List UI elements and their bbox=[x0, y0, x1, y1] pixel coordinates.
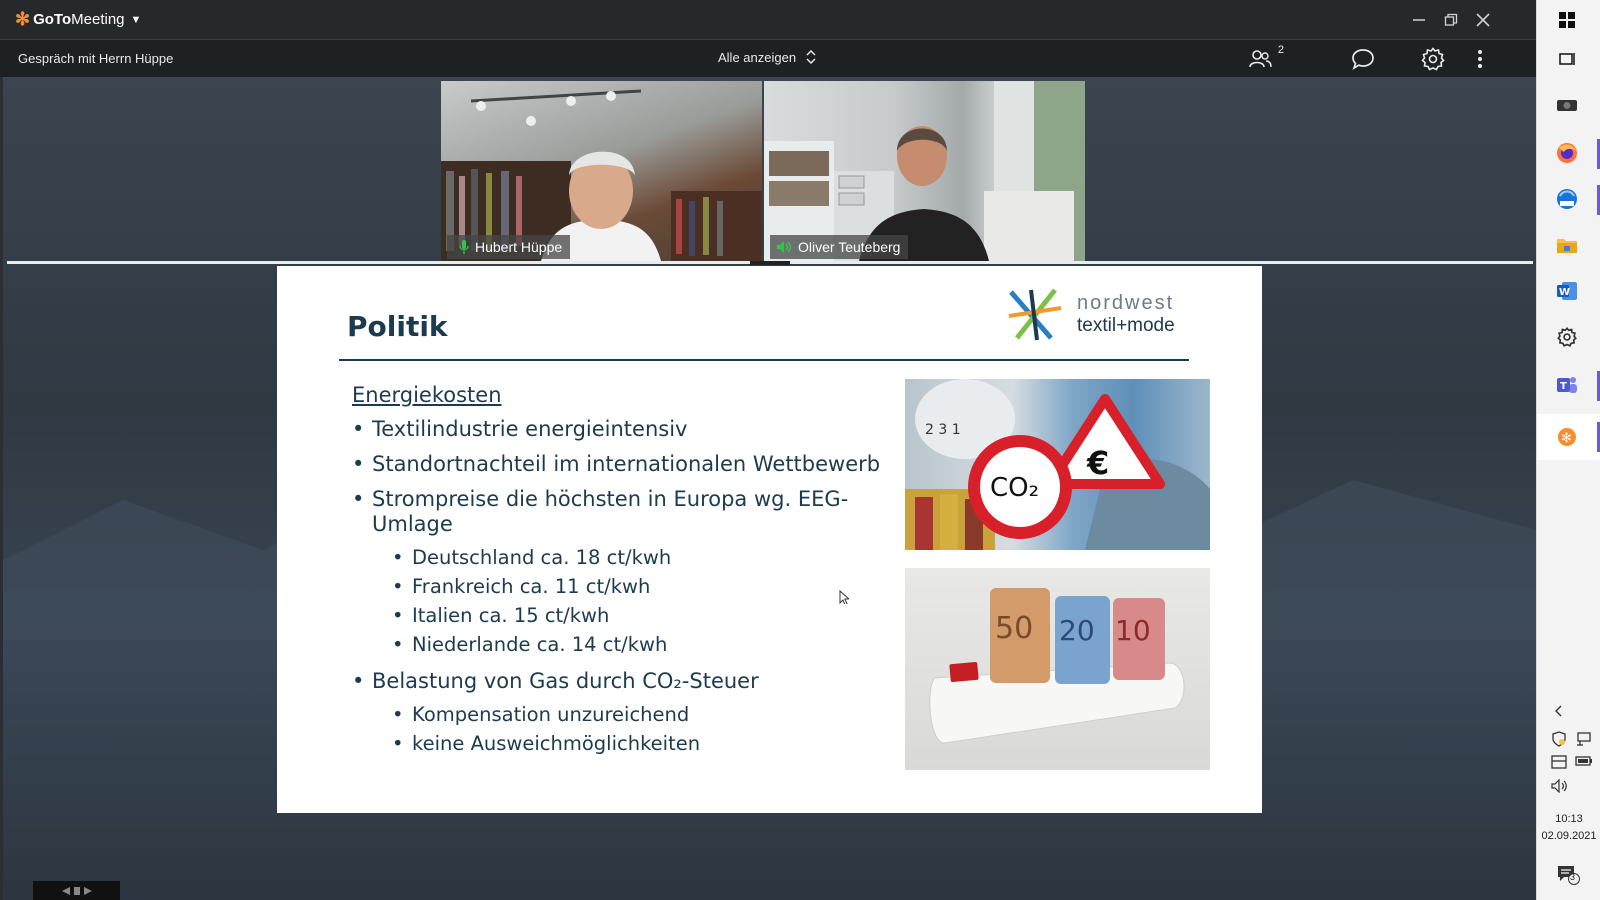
bullet-item: Strompreise die höchsten in Europa wg. E… bbox=[352, 487, 912, 659]
taskbar-clock[interactable]: 10:13 02.09.2021 bbox=[1537, 811, 1600, 845]
bullet-item: Textilindustrie energieintensiv bbox=[352, 417, 912, 442]
nordwest-logo-icon bbox=[1008, 288, 1062, 341]
video-tile[interactable]: Oliver Teuteberg bbox=[764, 81, 1085, 261]
shared-screen-slide: Politik nordwest textil+mode Energiekost… bbox=[277, 266, 1262, 813]
sub-bullet-item: Kompensation unzureichend bbox=[372, 700, 912, 729]
banknote-50-text: 50 bbox=[995, 611, 1033, 646]
notifications-icon[interactable]: 3 bbox=[1557, 864, 1581, 889]
sub-bullet-item: keine Ausweichmöglichkeiten bbox=[372, 729, 912, 758]
title-bar: ✻ GoTo Meeting ▼ bbox=[0, 0, 1536, 39]
input-indicator-icon[interactable] bbox=[1551, 755, 1567, 772]
controls-arrows-icon bbox=[61, 886, 92, 895]
bullet-item: Standortnachteil im internationalen Wett… bbox=[352, 452, 912, 477]
attendee-count: 2 bbox=[1277, 44, 1284, 56]
camera-app-icon[interactable] bbox=[1553, 91, 1581, 119]
brand-line-1: nordwest bbox=[1077, 291, 1175, 314]
view-select-label: Alle anzeigen bbox=[718, 49, 797, 65]
gotomeeting-icon[interactable]: ✻ bbox=[1553, 423, 1581, 451]
sub-bullet-item: Niederlande ca. 14 ct/kwh bbox=[372, 630, 912, 659]
energy-costs-image: 2 3 1 € CO₂ bbox=[905, 379, 1210, 550]
money-power-strip-image: 50 20 10 bbox=[905, 568, 1210, 770]
svg-text:2 3 1: 2 3 1 bbox=[925, 422, 961, 438]
participant-name-tag: mic-icon Hubert Hüppe bbox=[447, 235, 571, 259]
slide-heading: Energiekosten bbox=[352, 383, 502, 407]
brand-logo: nordwest textil+mode bbox=[1007, 286, 1175, 342]
video-feed bbox=[764, 81, 1085, 261]
chevron-down-icon: ▼ bbox=[130, 13, 142, 26]
file-explorer-icon[interactable] bbox=[1553, 231, 1581, 259]
video-strip: mic-icon Hubert Hüppe Oliver Teuteberg bbox=[441, 81, 1085, 261]
euro-sign-text: € bbox=[1086, 444, 1109, 482]
participant-name: Oliver Teuteberg bbox=[798, 239, 901, 255]
restore-icon[interactable] bbox=[1444, 13, 1458, 27]
svg-text:W: W bbox=[1559, 287, 1570, 298]
task-view-icon[interactable] bbox=[1553, 45, 1581, 73]
network-icon[interactable] bbox=[1575, 731, 1591, 750]
slide-content: Energiekosten Textilindustrie energieint… bbox=[352, 383, 912, 768]
people-icon[interactable]: 2 bbox=[1240, 44, 1284, 70]
banknotes-picture: 50 20 10 bbox=[929, 588, 1185, 744]
clock-time: 10:13 bbox=[1555, 813, 1583, 825]
bullet-item: Belastung von Gas durch CO₂-Steuer Kompe… bbox=[352, 669, 912, 758]
meeting-title: Gespräch mit Herrn Hüppe bbox=[18, 51, 174, 66]
windows-taskbar: W T ✻ 10:13 02.09.2021 3 bbox=[1536, 0, 1600, 900]
speaker-icon bbox=[777, 241, 791, 253]
participant-name: Hubert Hüppe bbox=[475, 239, 563, 255]
firefox-icon[interactable] bbox=[1553, 139, 1581, 167]
app-menu[interactable]: ✻ GoTo Meeting ▼ bbox=[15, 9, 141, 30]
brand-line-2: textil+mode bbox=[1077, 314, 1175, 336]
close-icon[interactable] bbox=[1476, 12, 1490, 27]
teams-icon[interactable]: T bbox=[1553, 371, 1581, 399]
banknote-20-text: 20 bbox=[1059, 614, 1095, 647]
windows-icon[interactable] bbox=[1553, 6, 1581, 34]
word-icon[interactable]: W bbox=[1553, 277, 1581, 305]
chat-icon[interactable] bbox=[1351, 48, 1375, 70]
mouse-cursor-icon bbox=[839, 590, 849, 604]
meeting-stage: mic-icon Hubert Hüppe Oliver Teuteberg bbox=[3, 77, 1536, 900]
title-rule bbox=[339, 359, 1189, 361]
sub-bullet-item: Frankreich ca. 11 ct/kwh bbox=[372, 572, 912, 601]
svg-text:T: T bbox=[1560, 381, 1567, 392]
settings-icon[interactable] bbox=[1553, 323, 1581, 351]
gotomeeting-logo-icon: ✻ bbox=[15, 9, 31, 29]
clock-date: 02.09.2021 bbox=[1541, 830, 1597, 842]
sort-arrows-icon bbox=[806, 49, 816, 65]
minimize-icon[interactable] bbox=[1412, 13, 1426, 27]
co2-euro-signs-picture: 2 3 1 € CO₂ bbox=[905, 379, 1210, 550]
thunderbird-icon[interactable] bbox=[1553, 185, 1581, 213]
participant-name-tag: Oliver Teuteberg bbox=[770, 235, 909, 259]
app-name: Meeting bbox=[71, 11, 125, 28]
battery-icon[interactable] bbox=[1575, 755, 1593, 770]
video-tile[interactable]: mic-icon Hubert Hüppe bbox=[441, 81, 762, 261]
more-vertical-icon[interactable] bbox=[1468, 48, 1492, 70]
banknote-10-text: 10 bbox=[1115, 614, 1151, 647]
sub-bullet-item: Italien ca. 15 ct/kwh bbox=[372, 601, 912, 630]
volume-icon[interactable] bbox=[1551, 778, 1569, 796]
settings-icon[interactable] bbox=[1421, 47, 1445, 71]
notification-count: 3 bbox=[1570, 872, 1576, 882]
chevron-left-icon[interactable] bbox=[1553, 705, 1565, 720]
presenter-controls-tab[interactable] bbox=[33, 881, 120, 900]
co2-sign-text: CO₂ bbox=[990, 473, 1039, 503]
app-name-bold: GoTo bbox=[33, 11, 72, 28]
svg-text:✻: ✻ bbox=[1561, 431, 1572, 446]
sub-bullet-item: Deutschland ca. 18 ct/kwh bbox=[372, 543, 912, 572]
security-shield-icon[interactable] bbox=[1551, 731, 1567, 750]
video-feed bbox=[441, 89, 762, 261]
meeting-bar: Gespräch mit Herrn Hüppe Alle anzeigen 2 bbox=[0, 39, 1536, 77]
slide-title: Politik bbox=[347, 310, 448, 343]
divider-drag-handle[interactable] bbox=[750, 261, 790, 265]
mic-icon bbox=[459, 240, 469, 254]
view-select[interactable]: Alle anzeigen bbox=[718, 49, 816, 65]
